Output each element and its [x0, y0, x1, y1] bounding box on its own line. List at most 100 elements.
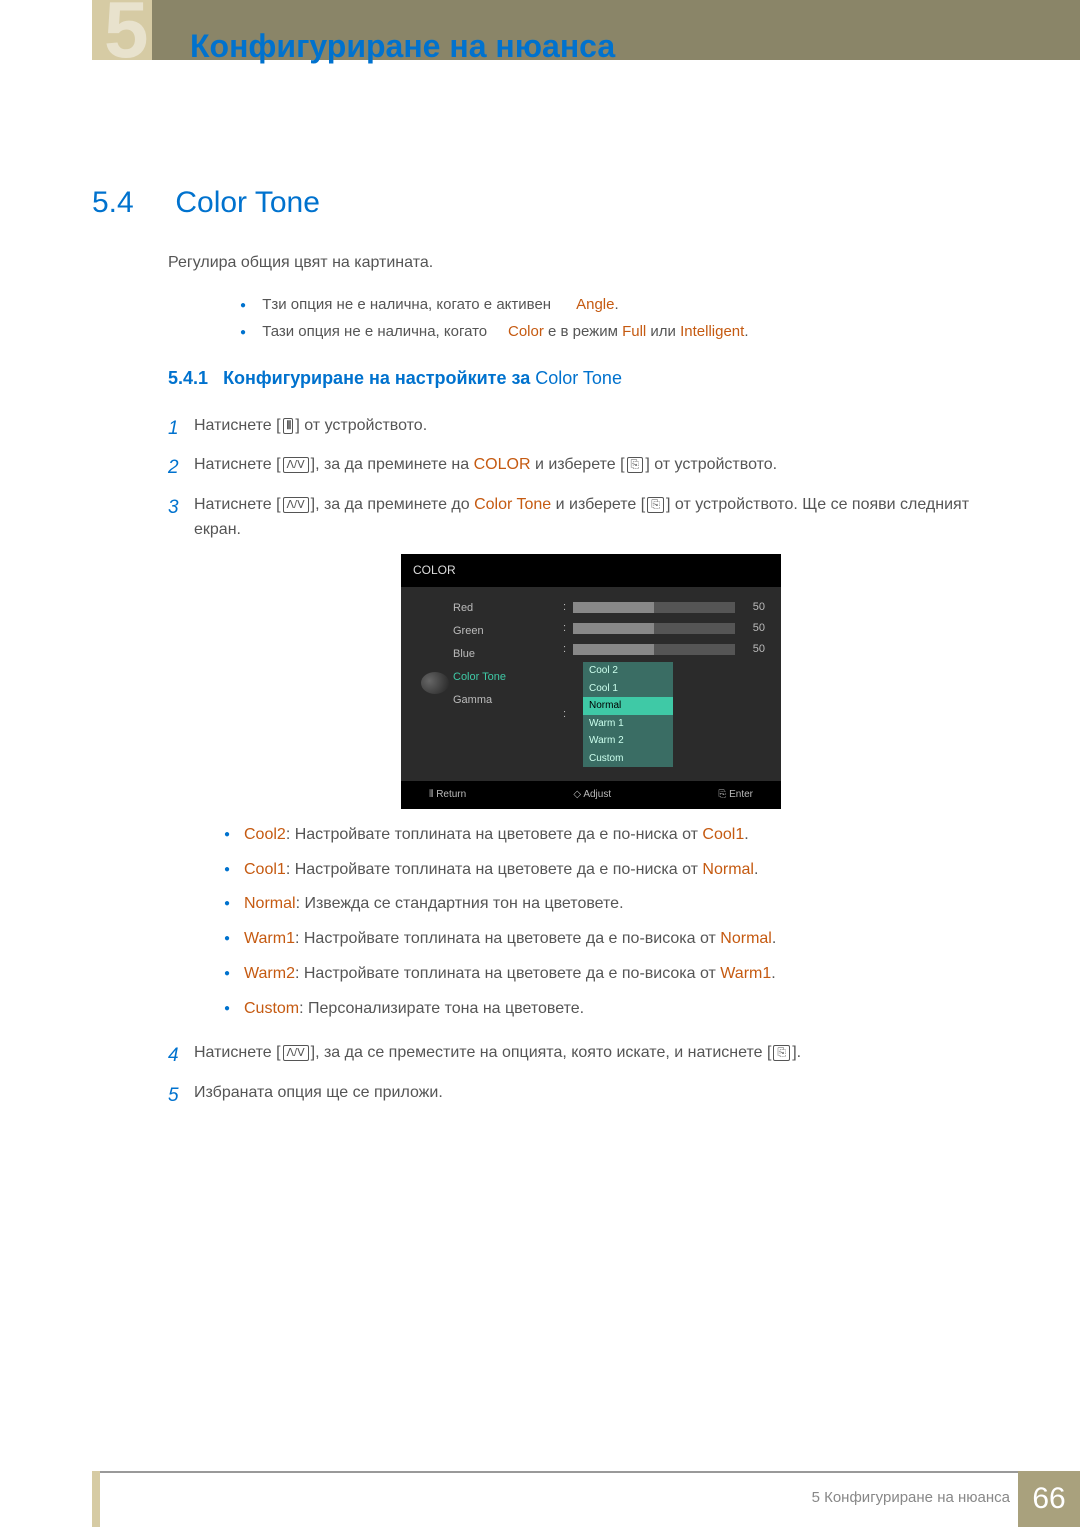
footer-text: 5 Конфигуриране на нюанса: [812, 1489, 1010, 1506]
highlight: Angle: [576, 296, 614, 313]
desc-key: Cool2: [244, 826, 286, 843]
section-title: Color Tone: [175, 186, 320, 219]
desc-ref: Cool1: [702, 826, 744, 843]
page-footer: 5 Конфигуриране на нюанса 66: [0, 1471, 1080, 1527]
osd-label: Green: [453, 620, 563, 643]
osd-screenshot: COLOR Red Green Blue Color Tone Gamma :5…: [401, 554, 781, 808]
osd-option: Warm 1: [583, 715, 673, 733]
bullet-icon: ●: [224, 892, 244, 917]
bullet-icon: ●: [240, 327, 246, 338]
highlight: Intelligent: [680, 323, 744, 340]
osd-labels: Red Green Blue Color Tone Gamma: [453, 597, 563, 769]
step-body: Натиснете [ᐱ/ᐯ], за да се преместите на …: [194, 1041, 988, 1070]
highlight: Color Tone: [474, 496, 551, 513]
updown-icon: ᐱ/ᐯ: [283, 497, 309, 513]
warning-list: ● Тзи опция не е налична, когато е актив…: [240, 296, 749, 350]
osd-option: Custom: [583, 750, 673, 768]
footer-accent: [92, 1471, 100, 1527]
osd-dropdown: Cool 2 Cool 1 Normal Warm 1 Warm 2 Custo…: [583, 662, 673, 767]
step-item: 3 Натиснете [ᐱ/ᐯ], за да преминете до Co…: [168, 493, 988, 1032]
osd-value: 50: [743, 641, 765, 658]
bullet-icon: ●: [224, 858, 244, 883]
osd-option-selected: Normal: [583, 697, 673, 715]
desc-key: Warm1: [244, 930, 295, 947]
subsection-number: 5.4.1: [168, 368, 208, 388]
warning-text: Тази опция не е налична, когато: [262, 323, 491, 340]
description-item: ●Warm2: Настройвате топлината на цветове…: [224, 962, 988, 987]
step-body: Избраната опция ще се приложи.: [194, 1081, 988, 1110]
description-item: ●Cool2: Настройвате топлината на цветове…: [224, 823, 988, 848]
description-list: ●Cool2: Настройвате топлината на цветове…: [224, 823, 988, 1022]
enter-icon: ⎘: [718, 789, 726, 800]
bullet-icon: ●: [224, 823, 244, 848]
osd-values: :50 :50 :50 : Cool 2 Cool 1 Normal Warm …: [563, 597, 765, 769]
menu-icon: ⦀: [429, 789, 433, 800]
top-banner: 5 Конфигуриране на нюанса: [0, 0, 1080, 60]
osd-option: Cool 1: [583, 680, 673, 698]
warning-item: ● Тзи опция не е налична, когато е актив…: [240, 296, 749, 313]
menu-icon: ⦀: [283, 418, 294, 434]
osd-option: Cool 2: [583, 662, 673, 680]
highlight: Color: [508, 323, 544, 340]
osd-hint: ⦀ Return: [429, 787, 466, 803]
updown-icon: ᐱ/ᐯ: [283, 1045, 309, 1061]
enter-icon: ⎘: [773, 1045, 790, 1061]
enter-icon: ⎘: [627, 457, 644, 473]
osd-footer: ⦀ Return ◇ Adjust ⎘ Enter: [401, 781, 781, 809]
step-body: Натиснете [ᐱ/ᐯ], за да преминете на COLO…: [194, 453, 988, 482]
osd-label: Gamma: [453, 689, 563, 712]
osd-title: COLOR: [401, 554, 781, 587]
osd-hint: ⎘ Enter: [718, 787, 753, 803]
osd-label-active: Color Tone: [453, 666, 563, 689]
diamond-icon: ◇: [573, 789, 581, 800]
bullet-icon: ●: [224, 997, 244, 1022]
highlight: COLOR: [474, 456, 531, 473]
description-item: ●Custom: Персонализирате тона на цветове…: [224, 997, 988, 1022]
description-item: ●Cool1: Настройвате топлината на цветове…: [224, 858, 988, 883]
osd-option: Warm 2: [583, 732, 673, 750]
enter-icon: ⎘: [647, 497, 664, 513]
description-item: ●Normal: Извежда се стандартния тон на ц…: [224, 892, 988, 917]
footer-rule: [92, 1471, 1080, 1473]
step-item: 2 Натиснете [ᐱ/ᐯ], за да преминете на CO…: [168, 453, 988, 482]
intro-text: Регулира общия цвят на картината.: [168, 254, 433, 272]
subsection-title-hl: Color Tone: [535, 368, 622, 388]
osd-hint: ◇ Adjust: [573, 787, 611, 803]
page-number: 66: [1018, 1471, 1080, 1527]
desc-ref: Warm1: [720, 965, 771, 982]
step-item: 4 Натиснете [ᐱ/ᐯ], за да се преместите н…: [168, 1041, 988, 1070]
step-number: 1: [168, 414, 194, 443]
steps-list: 1 Натиснете [⦀] от устройството. 2 Натис…: [168, 414, 988, 1120]
step-number: 3: [168, 493, 194, 1032]
updown-icon: ᐱ/ᐯ: [283, 457, 309, 473]
palette-icon: [421, 672, 449, 694]
desc-key: Cool1: [244, 861, 286, 878]
step-number: 2: [168, 453, 194, 482]
step-number: 5: [168, 1081, 194, 1110]
desc-ref: Normal: [702, 861, 754, 878]
highlight: Full: [622, 323, 646, 340]
bullet-icon: ●: [240, 300, 246, 311]
chapter-title: Конфигуриране на нюанса: [190, 28, 615, 65]
bullet-icon: ●: [224, 927, 244, 952]
section-header: 5.4 Color Tone: [92, 186, 320, 220]
step-item: 5 Избраната опция ще се приложи.: [168, 1081, 988, 1110]
desc-key: Normal: [244, 895, 296, 912]
subsection-title-pre: Конфигуриране на настройките за: [223, 368, 535, 388]
description-item: ●Warm1: Настройвате топлината на цветове…: [224, 927, 988, 952]
slider-bar: [573, 644, 735, 655]
subsection-header: 5.4.1 Конфигуриране на настройките за Co…: [168, 368, 622, 389]
chapter-number: 5: [104, 0, 149, 60]
desc-key: Custom: [244, 1000, 299, 1017]
osd-label: Red: [453, 597, 563, 620]
osd-value: 50: [743, 599, 765, 616]
step-body: Натиснете [ᐱ/ᐯ], за да преминете до Colo…: [194, 493, 988, 1032]
osd-label: Blue: [453, 643, 563, 666]
slider-bar: [573, 602, 735, 613]
warning-item: ● Тази опция не е налична, когато Color …: [240, 323, 749, 340]
desc-ref: Normal: [720, 930, 772, 947]
step-number: 4: [168, 1041, 194, 1070]
desc-key: Warm2: [244, 965, 295, 982]
section-number: 5.4: [92, 186, 167, 220]
step-item: 1 Натиснете [⦀] от устройството.: [168, 414, 988, 443]
